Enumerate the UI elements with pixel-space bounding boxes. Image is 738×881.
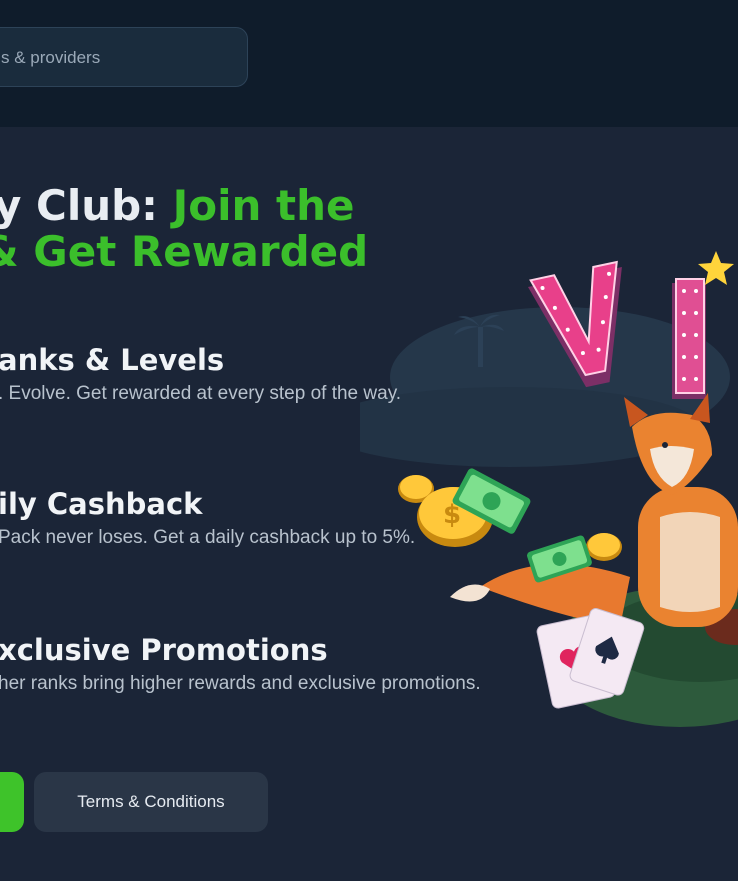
vip-illustration: $ [360, 251, 738, 727]
hero-title-line-1: y Club: Join the [0, 183, 354, 229]
feature-desc-ranks: . Evolve. Get rewarded at every step of … [0, 383, 402, 404]
coin-icon [586, 533, 622, 561]
feature-title-promotions: xclusive Promotions [0, 633, 328, 667]
title-green-part: Get Rewarded [33, 227, 369, 276]
hero-title-line-2: & Get Rewarded [0, 229, 368, 275]
feature-desc-cashback: Pack never loses. Get a daily cashback u… [0, 527, 416, 548]
feature-title-cashback: ily Cashback [0, 487, 203, 521]
title-white-part: y Club: [0, 181, 173, 230]
title-ampersand: & [0, 227, 33, 276]
title-green-part: Join the [172, 181, 355, 230]
feature-title-ranks: anks & Levels [0, 343, 225, 377]
search-input[interactable]: s & providers [0, 27, 248, 87]
vip-letter-i [672, 278, 706, 399]
vip-club-hero: $ y Club: Join the & Get [0, 127, 738, 881]
search-placeholder: s & providers [1, 48, 101, 67]
join-button[interactable] [0, 772, 24, 832]
top-bar: s & providers [0, 0, 738, 127]
terms-conditions-button[interactable]: Terms & Conditions [34, 772, 268, 832]
feature-desc-promotions: her ranks bring higher rewards and exclu… [0, 673, 481, 694]
